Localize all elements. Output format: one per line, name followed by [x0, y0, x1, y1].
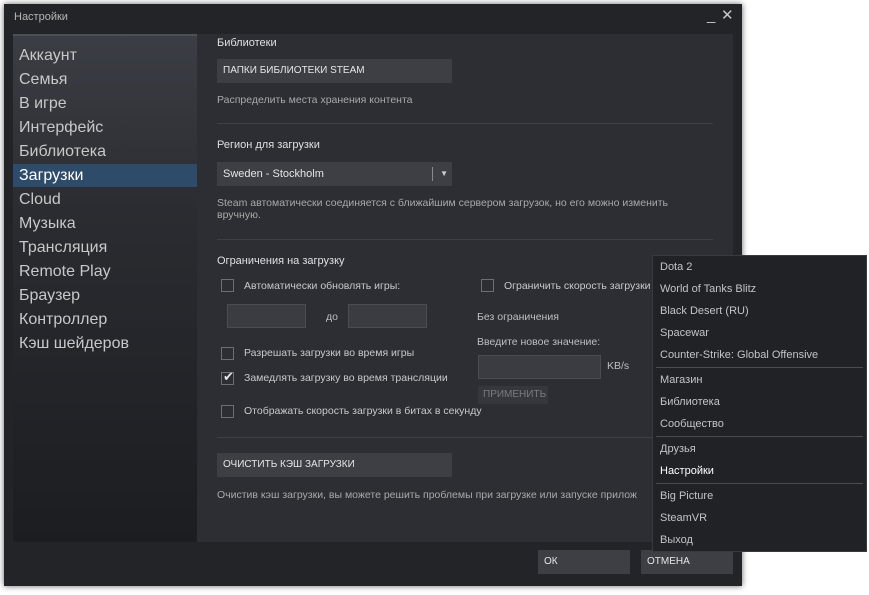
- window-title: Настройки: [14, 11, 68, 23]
- title-bar[interactable]: Настройки _ ✕: [4, 4, 742, 30]
- region-description: Steam автоматически соединяется с ближай…: [217, 197, 669, 221]
- sidebar-item-downloads[interactable]: Загрузки: [13, 164, 197, 187]
- region-select[interactable]: Sweden - Stockholm ▼: [217, 162, 452, 186]
- section-divider: [217, 437, 713, 438]
- sidebar-item-account[interactable]: Аккаунт: [13, 44, 197, 67]
- sidebar-item-interface[interactable]: Интерфейс: [13, 116, 197, 139]
- sidebar-item-library[interactable]: Библиотека: [13, 140, 197, 163]
- allow-during-game-label: Разрешать загрузки во время игры: [244, 347, 415, 359]
- to-label: до: [326, 311, 338, 323]
- sidebar-item-shader-cache[interactable]: Кэш шейдеров: [13, 332, 197, 355]
- allow-during-game-checkbox[interactable]: [221, 347, 234, 360]
- libraries-title: Библиотеки: [217, 37, 277, 49]
- auto-update-from-field[interactable]: [227, 304, 306, 328]
- ok-button[interactable]: ОК: [538, 550, 630, 574]
- auto-update-label: Автоматически обновлять игры:: [244, 280, 401, 292]
- checkmark-icon: ✔: [223, 369, 234, 384]
- limit-speed-checkbox[interactable]: [481, 279, 494, 292]
- menu-item-settings[interactable]: Настройки: [653, 460, 866, 482]
- cancel-button[interactable]: ОТМЕНА: [641, 550, 733, 574]
- settings-window: Настройки _ ✕ Аккаунт Семья В игре Интер…: [4, 4, 742, 586]
- show-bits-checkbox[interactable]: [221, 405, 234, 418]
- menu-separator: [656, 483, 863, 484]
- cache-description: Очистив кэш загрузки, вы можете решить п…: [217, 489, 637, 501]
- menu-item-game[interactable]: Spacewar: [653, 322, 866, 344]
- apply-button[interactable]: ПРИМЕНИТЬ: [478, 386, 548, 404]
- auto-update-to-field[interactable]: [348, 304, 427, 328]
- section-divider: [217, 123, 713, 124]
- steam-tray-menu: Dota 2 World of Tanks Blitz Black Desert…: [652, 255, 867, 552]
- sidebar-item-controller[interactable]: Контроллер: [13, 308, 197, 331]
- speed-unit-label: KB/s: [607, 360, 630, 372]
- sidebar-item-in-game[interactable]: В игре: [13, 92, 197, 115]
- section-divider: [217, 239, 713, 240]
- menu-separator: [656, 367, 863, 368]
- menu-item-game[interactable]: World of Tanks Blitz: [653, 278, 866, 300]
- menu-item-library[interactable]: Библиотека: [653, 391, 866, 413]
- menu-item-big-picture[interactable]: Big Picture: [653, 485, 866, 507]
- region-selected-value: Sweden - Stockholm: [223, 168, 324, 180]
- new-value-label: Введите новое значение:: [477, 336, 601, 348]
- menu-item-steamvr[interactable]: SteamVR: [653, 507, 866, 529]
- throttle-broadcast-label: Замедлять загрузку во время трансляции: [244, 372, 448, 384]
- no-limit-text: Без ограничения: [477, 311, 559, 323]
- menu-item-game[interactable]: Black Desert (RU): [653, 300, 866, 322]
- sidebar-item-remote-play[interactable]: Remote Play: [13, 260, 197, 283]
- sidebar-item-family[interactable]: Семья: [13, 68, 197, 91]
- download-limits-title: Ограничения на загрузку: [217, 255, 345, 267]
- auto-update-checkbox[interactable]: [221, 279, 234, 292]
- speed-limit-field[interactable]: [478, 355, 601, 379]
- region-title: Регион для загрузки: [217, 139, 320, 151]
- limit-speed-label: Ограничить скорость загрузки: [504, 280, 651, 292]
- minimize-icon[interactable]: _: [707, 7, 715, 25]
- show-bits-label: Отображать скорость загрузки в битах в с…: [244, 405, 482, 417]
- menu-item-friends[interactable]: Друзья: [653, 438, 866, 460]
- close-icon[interactable]: ✕: [721, 7, 734, 25]
- clear-download-cache-button[interactable]: ОЧИСТИТЬ КЭШ ЗАГРУЗКИ: [217, 453, 452, 477]
- menu-item-exit[interactable]: Выход: [653, 529, 866, 551]
- select-separator: [432, 167, 433, 181]
- menu-separator: [656, 436, 863, 437]
- settings-sidebar: Аккаунт Семья В игре Интерфейс Библиотек…: [13, 34, 197, 542]
- sidebar-item-music[interactable]: Музыка: [13, 212, 197, 235]
- throttle-broadcast-checkbox[interactable]: ✔: [221, 369, 234, 385]
- sidebar-item-broadcasting[interactable]: Трансляция: [13, 236, 197, 259]
- library-folders-button[interactable]: ПАПКИ БИБЛИОТЕКИ STEAM: [217, 59, 452, 83]
- sidebar-item-browser[interactable]: Браузер: [13, 284, 197, 307]
- sidebar-item-cloud[interactable]: Cloud: [13, 188, 197, 211]
- sidebar-divider: [13, 34, 197, 36]
- menu-item-game[interactable]: Dota 2: [653, 256, 866, 278]
- menu-item-community[interactable]: Сообщество: [653, 413, 866, 435]
- menu-item-game[interactable]: Counter-Strike: Global Offensive: [653, 344, 866, 366]
- libraries-description: Распределить места хранения контента: [217, 94, 413, 106]
- chevron-down-icon: ▼: [440, 169, 448, 178]
- menu-item-store[interactable]: Магазин: [653, 369, 866, 391]
